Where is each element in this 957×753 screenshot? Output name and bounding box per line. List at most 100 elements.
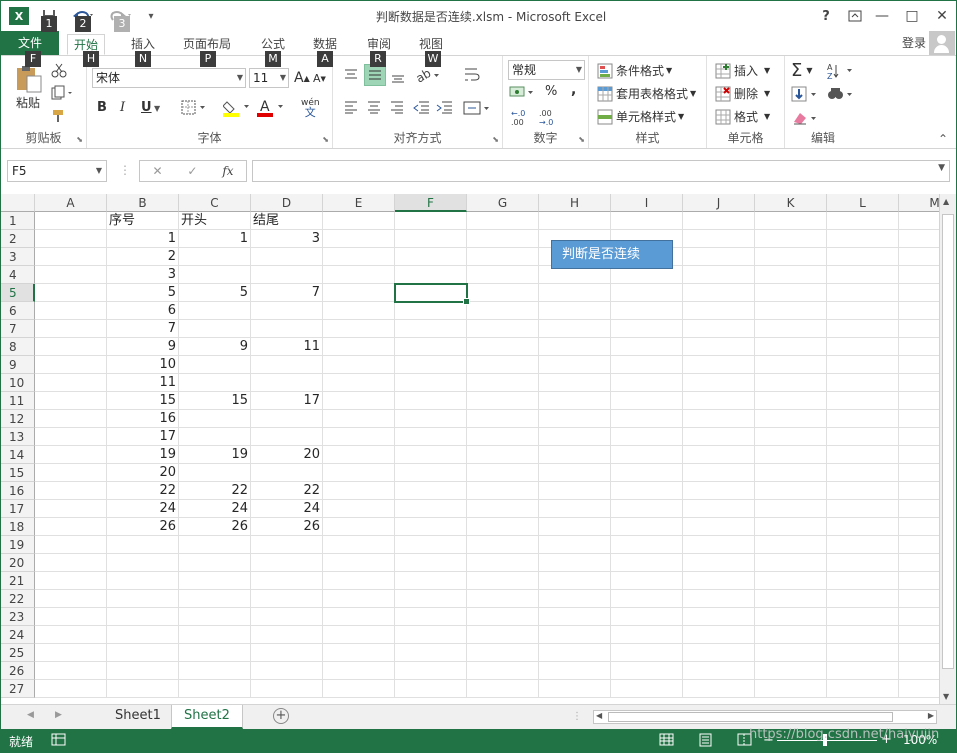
cell-e27[interactable] (323, 680, 395, 698)
cell-a24[interactable] (35, 626, 107, 644)
excel-logo-icon[interactable]: X (9, 7, 29, 25)
cell-l1[interactable] (827, 212, 899, 230)
align-center-icon[interactable] (366, 100, 382, 114)
cell-e7[interactable] (323, 320, 395, 338)
cell-e21[interactable] (323, 572, 395, 590)
cell-f27[interactable] (395, 680, 467, 698)
cell-m8[interactable] (899, 338, 939, 356)
cell-h17[interactable] (539, 500, 611, 518)
cell-b1[interactable]: 序号 (107, 212, 179, 230)
cell-m19[interactable] (899, 536, 939, 554)
cell-a19[interactable] (35, 536, 107, 554)
cell-j13[interactable] (683, 428, 755, 446)
cell-l14[interactable] (827, 446, 899, 464)
cell-g2[interactable] (467, 230, 539, 248)
cell-j2[interactable] (683, 230, 755, 248)
cell-b23[interactable] (107, 608, 179, 626)
cell-d12[interactable] (251, 410, 323, 428)
cell-a5[interactable] (35, 284, 107, 302)
cell-i12[interactable] (611, 410, 683, 428)
cell-i9[interactable] (611, 356, 683, 374)
cell-f9[interactable] (395, 356, 467, 374)
cell-j16[interactable] (683, 482, 755, 500)
cell-c8[interactable]: 9 (179, 338, 251, 356)
cell-d18[interactable]: 26 (251, 518, 323, 536)
column-header-c[interactable]: C (179, 194, 251, 212)
number-format-select[interactable]: 常规 ▼ (508, 60, 585, 80)
comma-button[interactable]: , (571, 82, 576, 98)
row-header-10[interactable]: 10 (1, 374, 35, 392)
cell-l16[interactable] (827, 482, 899, 500)
horizontal-scrollbar[interactable]: ◀ ▶ (593, 710, 937, 724)
decrease-decimal-icon[interactable]: .00 →.0 (539, 108, 559, 126)
row-header-19[interactable]: 19 (1, 536, 35, 554)
cell-f14[interactable] (395, 446, 467, 464)
cell-d15[interactable] (251, 464, 323, 482)
cell-f12[interactable] (395, 410, 467, 428)
help-icon[interactable]: ? (813, 6, 839, 26)
cell-f8[interactable] (395, 338, 467, 356)
cell-e10[interactable] (323, 374, 395, 392)
row-header-11[interactable]: 11 (1, 392, 35, 410)
cell-g11[interactable] (467, 392, 539, 410)
column-header-a[interactable]: A (35, 194, 107, 212)
cell-b13[interactable]: 17 (107, 428, 179, 446)
dialog-launcher-icon[interactable]: ⬊ (578, 135, 585, 144)
align-bottom-icon[interactable] (390, 70, 406, 84)
cell-k2[interactable] (755, 230, 827, 248)
macro-record-icon[interactable] (51, 733, 67, 750)
cell-l17[interactable] (827, 500, 899, 518)
cell-d23[interactable] (251, 608, 323, 626)
cell-i6[interactable] (611, 302, 683, 320)
row-header-18[interactable]: 18 (1, 518, 35, 536)
minimize-button[interactable]: — (869, 6, 895, 26)
cell-k26[interactable] (755, 662, 827, 680)
cell-c6[interactable] (179, 302, 251, 320)
cell-l5[interactable] (827, 284, 899, 302)
cell-h16[interactable] (539, 482, 611, 500)
cell-j9[interactable] (683, 356, 755, 374)
cell-b16[interactable]: 22 (107, 482, 179, 500)
cell-l21[interactable] (827, 572, 899, 590)
cell-c26[interactable] (179, 662, 251, 680)
cell-h24[interactable] (539, 626, 611, 644)
cell-h23[interactable] (539, 608, 611, 626)
ribbon-display-icon[interactable] (842, 6, 868, 26)
cell-d1[interactable]: 结尾 (251, 212, 323, 230)
cell-h25[interactable] (539, 644, 611, 662)
cell-a11[interactable] (35, 392, 107, 410)
cell-g23[interactable] (467, 608, 539, 626)
cell-c14[interactable]: 19 (179, 446, 251, 464)
cell-a16[interactable] (35, 482, 107, 500)
cell-l4[interactable] (827, 266, 899, 284)
cell-j25[interactable] (683, 644, 755, 662)
cell-i19[interactable] (611, 536, 683, 554)
cell-f25[interactable] (395, 644, 467, 662)
percent-button[interactable]: % (545, 84, 557, 99)
sort-filter-icon[interactable]: AZ (827, 62, 855, 80)
delete-cells-button[interactable]: 删除 ▼ (715, 85, 770, 102)
cell-m13[interactable] (899, 428, 939, 446)
cell-h7[interactable] (539, 320, 611, 338)
cell-d26[interactable] (251, 662, 323, 680)
cell-l15[interactable] (827, 464, 899, 482)
insert-cells-button[interactable]: 插入 ▼ (715, 62, 770, 79)
cell-l9[interactable] (827, 356, 899, 374)
cell-a15[interactable] (35, 464, 107, 482)
cell-h6[interactable] (539, 302, 611, 320)
sheet-tab-sheet2[interactable]: Sheet2 (171, 705, 243, 729)
cell-f16[interactable] (395, 482, 467, 500)
cell-g18[interactable] (467, 518, 539, 536)
cell-h5[interactable] (539, 284, 611, 302)
cell-a22[interactable] (35, 590, 107, 608)
page-layout-view-icon[interactable] (698, 733, 714, 750)
cell-g21[interactable] (467, 572, 539, 590)
cell-g15[interactable] (467, 464, 539, 482)
cell-g9[interactable] (467, 356, 539, 374)
cell-k20[interactable] (755, 554, 827, 572)
avatar[interactable] (929, 31, 955, 55)
cell-e13[interactable] (323, 428, 395, 446)
font-size-select[interactable]: 11 ▼ (249, 68, 289, 88)
cell-l20[interactable] (827, 554, 899, 572)
cell-a10[interactable] (35, 374, 107, 392)
